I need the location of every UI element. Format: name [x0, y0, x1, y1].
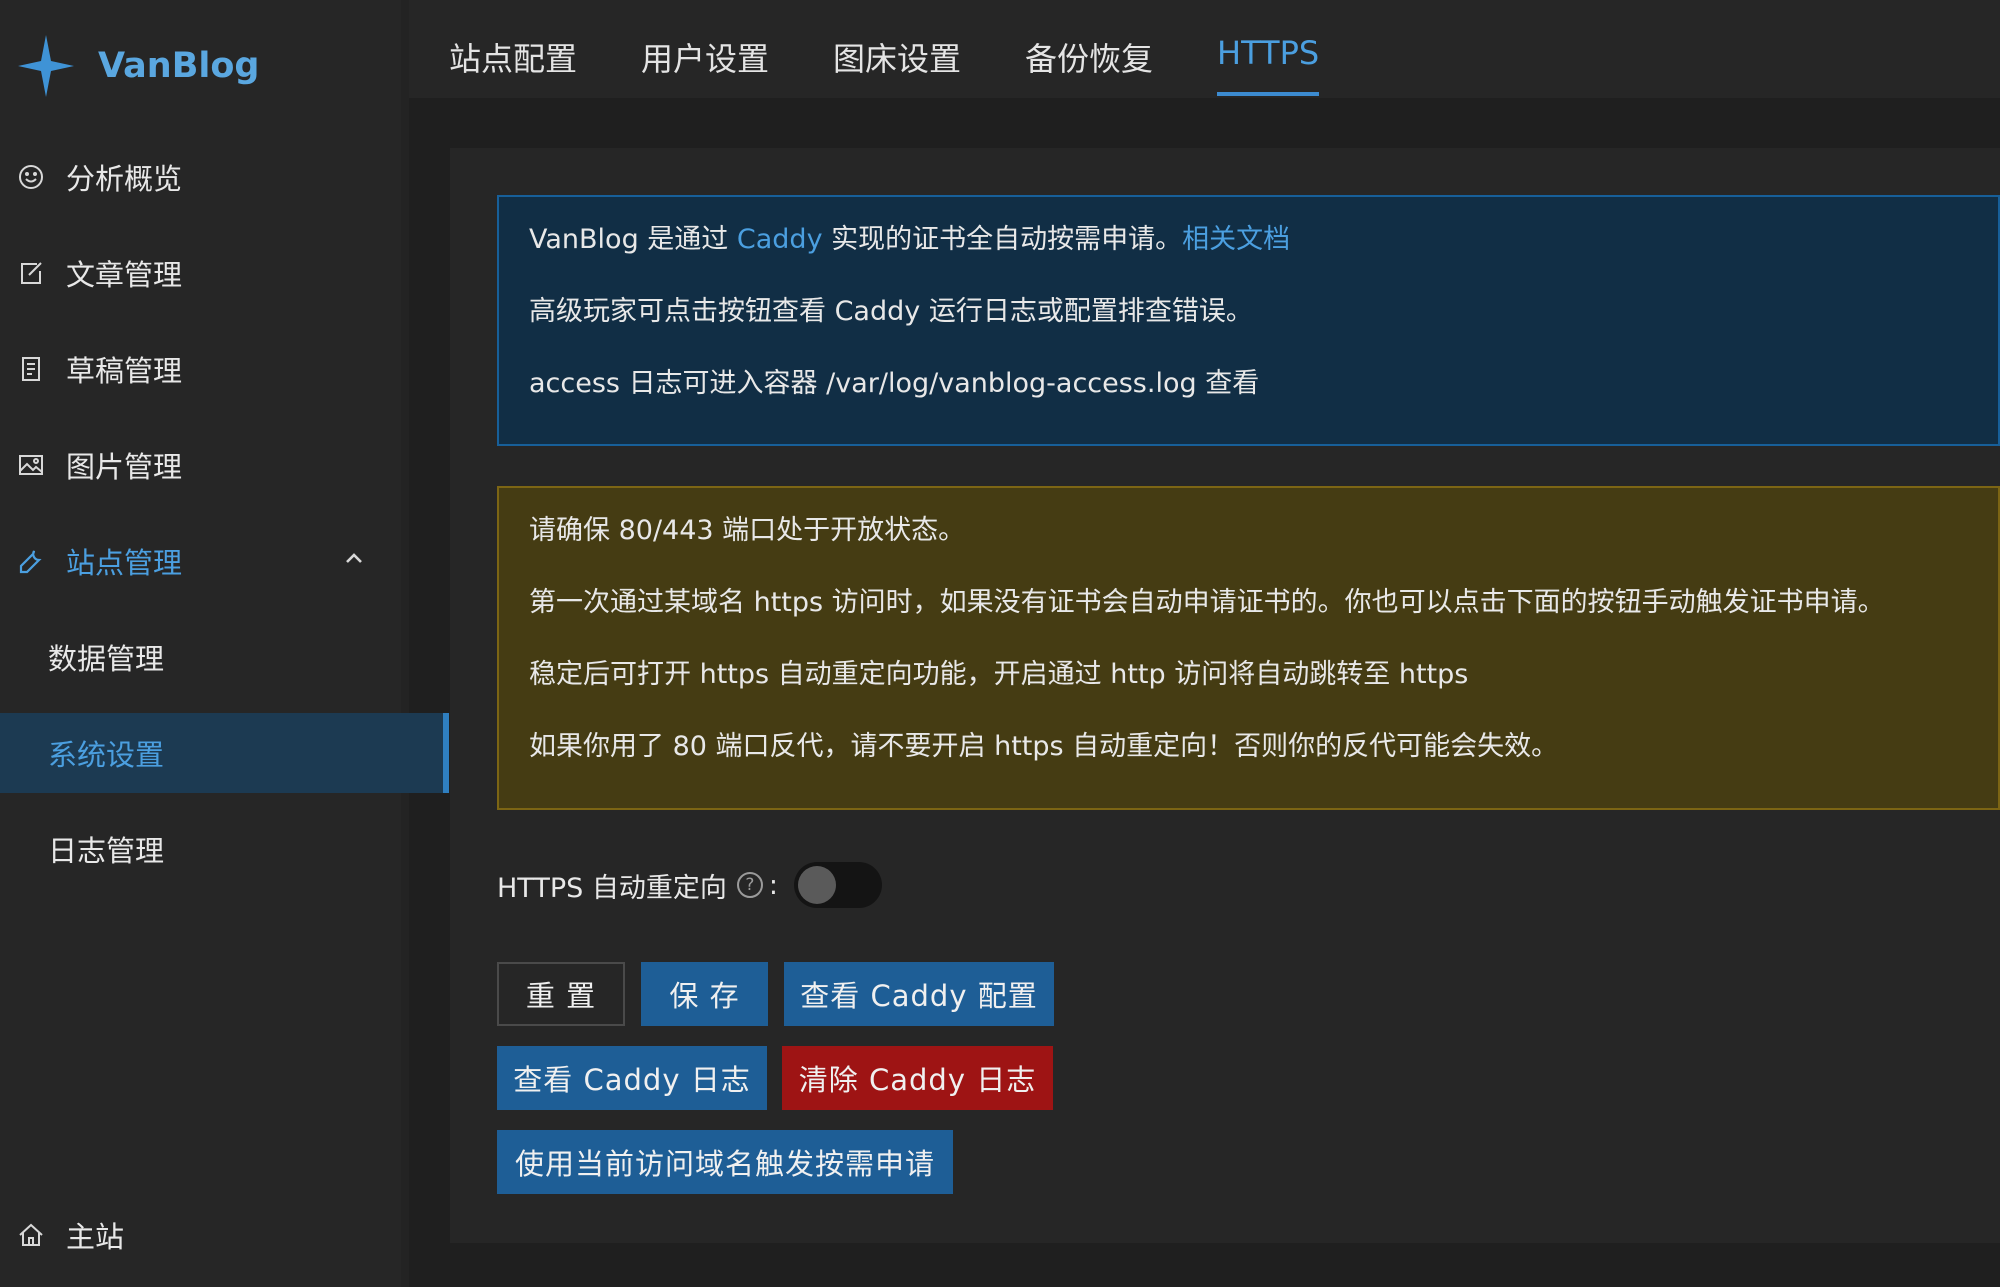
- sidebar-item-data-management[interactable]: 数据管理: [0, 617, 449, 697]
- warn-line-4: 如果你用了 80 端口反代，请不要开启 https 自动重定向！否则你的反代可能…: [529, 731, 1559, 762]
- tool-icon: [16, 546, 46, 576]
- tab-image-bed[interactable]: 图床设置: [833, 34, 961, 96]
- warn-line-1: 请确保 80/443 端口处于开放状态。: [529, 515, 966, 546]
- https-redirect-field: HTTPS 自动重定向 ? :: [497, 860, 882, 910]
- caddy-link[interactable]: Caddy: [737, 224, 823, 255]
- sidebar-item-label: 文章管理: [66, 258, 183, 292]
- settings-tab-bar: 站点配置 用户设置 图床设置 备份恢复 HTTPS: [409, 0, 2000, 98]
- sidebar-item-log-management[interactable]: 日志管理: [0, 809, 449, 889]
- tab-https[interactable]: HTTPS: [1217, 34, 1320, 96]
- switch-knob: [797, 866, 836, 904]
- sidebar-item-home[interactable]: 主站: [0, 1195, 401, 1275]
- warn-line-3: 稳定后可打开 https 自动重定向功能，开启通过 http 访问将自动跳转至 …: [529, 659, 1469, 690]
- trigger-cert-apply-button[interactable]: 使用当前访问域名触发按需申请: [497, 1130, 953, 1194]
- smile-icon: [16, 162, 46, 192]
- question-circle-icon[interactable]: ?: [736, 872, 763, 898]
- tab-site-config[interactable]: 站点配置: [449, 34, 577, 96]
- view-caddy-log-button[interactable]: 查看 Caddy 日志: [497, 1046, 767, 1110]
- sidebar-item-label: 系统设置: [48, 738, 165, 772]
- sidebar-item-label: 站点管理: [66, 546, 183, 580]
- docs-link[interactable]: 相关文档: [1182, 224, 1290, 255]
- sidebar-item-label: 主站: [66, 1220, 125, 1254]
- sidebar-item-label: 图片管理: [66, 450, 183, 484]
- tab-user-settings[interactable]: 用户设置: [641, 34, 769, 96]
- sidebar: VanBlog 分析概览 文章管理 草稿管理 图片管理 站点管理 数据管理 系统…: [0, 0, 449, 1287]
- sidebar-item-drafts[interactable]: 草稿管理: [0, 329, 401, 409]
- sidebar-item-label: 数据管理: [48, 642, 165, 676]
- tab-active-indicator: [1217, 92, 1320, 96]
- sidebar-item-articles[interactable]: 文章管理: [0, 233, 401, 313]
- tab-backup-restore[interactable]: 备份恢复: [1025, 34, 1153, 96]
- sidebar-item-label: 日志管理: [48, 834, 165, 868]
- sidebar-item-system-settings[interactable]: 系统设置: [0, 713, 449, 793]
- edit-icon: [16, 258, 46, 288]
- info-line-2: 高级玩家可点击按钮查看 Caddy 运行日志或配置排查错误。: [529, 296, 1253, 327]
- sidebar-item-images[interactable]: 图片管理: [0, 425, 401, 505]
- warn-line-2: 第一次通过某域名 https 访问时，如果没有证书会自动申请证书的。你也可以点击…: [529, 587, 1885, 618]
- info-line-3: access 日志可进入容器 /var/log/vanblog-access.l…: [529, 368, 1260, 399]
- logo-star-icon: [18, 35, 74, 97]
- field-colon: :: [768, 869, 778, 901]
- logo[interactable]: VanBlog: [16, 30, 259, 102]
- brand-name: VanBlog: [98, 46, 260, 86]
- sidebar-item-label: 分析概览: [66, 162, 183, 196]
- https-redirect-switch[interactable]: [793, 862, 882, 908]
- info-line-1: VanBlog 是通过 Caddy 实现的证书全自动按需申请。相关文档: [529, 224, 1291, 255]
- file-icon: [16, 354, 46, 384]
- chevron-up-icon: [346, 553, 362, 563]
- picture-icon: [16, 450, 46, 480]
- reset-button[interactable]: 重 置: [497, 962, 625, 1026]
- sidebar-item-analysis[interactable]: 分析概览: [0, 137, 401, 217]
- view-caddy-config-button[interactable]: 查看 Caddy 配置: [784, 962, 1054, 1026]
- sidebar-item-site-management[interactable]: 站点管理: [0, 521, 401, 601]
- save-button[interactable]: 保 存: [641, 962, 768, 1026]
- https-redirect-label: HTTPS 自动重定向: [497, 872, 727, 904]
- clear-caddy-log-button[interactable]: 清除 Caddy 日志: [782, 1046, 1053, 1110]
- home-icon: [16, 1220, 46, 1250]
- info-alert: VanBlog 是通过 Caddy 实现的证书全自动按需申请。相关文档 高级玩家…: [497, 195, 2000, 446]
- sidebar-item-label: 草稿管理: [66, 354, 183, 388]
- warning-alert: 请确保 80/443 端口处于开放状态。 第一次通过某域名 https 访问时，…: [497, 486, 2000, 810]
